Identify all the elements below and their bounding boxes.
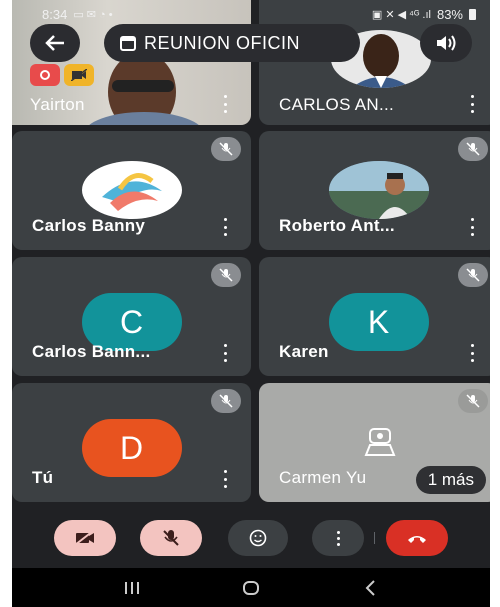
more-participants-label: 1 más bbox=[427, 470, 474, 489]
avatar bbox=[328, 161, 429, 219]
speaker-icon bbox=[437, 35, 456, 51]
mic-off-icon bbox=[458, 137, 488, 161]
participant-tile-carlos-bann[interactable]: C Carlos Bann... bbox=[12, 257, 251, 376]
system-navigation-bar bbox=[12, 568, 490, 607]
more-vert-icon[interactable] bbox=[221, 95, 229, 113]
participant-name: Tú bbox=[32, 468, 54, 487]
participant-name: Karen bbox=[279, 342, 329, 361]
mic-off-icon bbox=[211, 389, 241, 413]
participant-name: CARLOS AN... bbox=[279, 95, 395, 114]
mic-off-icon bbox=[211, 263, 241, 287]
mic-off-icon bbox=[458, 389, 488, 413]
home-button[interactable] bbox=[231, 573, 271, 603]
participant-name: Carlos Bann... bbox=[32, 342, 151, 361]
divider bbox=[374, 532, 375, 544]
more-vert-icon[interactable] bbox=[468, 344, 476, 362]
audio-output-button[interactable] bbox=[420, 24, 472, 62]
avatar-initial: D bbox=[81, 419, 182, 477]
participant-tile-roberto[interactable]: Roberto Ant... bbox=[259, 131, 490, 250]
back-button[interactable] bbox=[30, 24, 80, 62]
battery-icon bbox=[469, 8, 476, 20]
participant-tile-carlos-banny[interactable]: Carlos Banny bbox=[12, 131, 251, 250]
recent-apps-icon bbox=[124, 581, 139, 594]
more-participants-badge[interactable]: 1 más bbox=[415, 466, 486, 494]
participant-name: Carlos Banny bbox=[32, 216, 146, 235]
participant-tile-carmen[interactable]: Carmen Yu 1 más bbox=[259, 383, 490, 502]
more-vert-icon[interactable] bbox=[221, 470, 229, 488]
home-icon bbox=[242, 580, 259, 595]
more-options-button[interactable] bbox=[312, 520, 364, 556]
video-off-icon bbox=[74, 530, 94, 546]
hang-up-icon bbox=[408, 536, 426, 543]
call-controls bbox=[12, 510, 490, 568]
leave-call-button[interactable] bbox=[386, 520, 448, 556]
video-off-icon bbox=[64, 64, 94, 86]
participant-name: Carmen Yu bbox=[279, 468, 367, 487]
participant-tile-karen[interactable]: K Karen bbox=[259, 257, 490, 376]
more-vert-icon bbox=[336, 530, 340, 546]
participant-name: Yairton bbox=[30, 95, 85, 114]
recent-apps-button[interactable] bbox=[112, 573, 152, 603]
avatar-logo bbox=[81, 161, 182, 219]
recording-icon bbox=[30, 64, 60, 86]
webcam-icon bbox=[364, 428, 396, 456]
avatar-initial: K bbox=[328, 293, 429, 351]
phone-screen: 8:34 ▭ ✉ ◔ • ▣ ✕ ◀ ⁴ᴳ .ıl 83% Yairton CA… bbox=[12, 0, 490, 607]
battery-percent: 83% bbox=[436, 6, 463, 22]
system-back-button[interactable] bbox=[350, 573, 390, 603]
more-vert-icon[interactable] bbox=[468, 218, 476, 236]
camera-toggle-button[interactable] bbox=[54, 520, 116, 556]
status-time: 8:34 bbox=[42, 6, 68, 22]
meeting-title-button[interactable]: REUNION OFICIN bbox=[104, 24, 360, 62]
chevron-left-icon bbox=[365, 579, 376, 596]
back-arrow-icon bbox=[45, 35, 64, 51]
notification-icons: ▭ ✉ ◔ • bbox=[73, 8, 113, 21]
mic-off-icon bbox=[211, 137, 241, 161]
emoji-icon bbox=[249, 529, 267, 547]
participant-name: Roberto Ant... bbox=[279, 216, 395, 235]
meeting-title: REUNION OFICIN bbox=[144, 32, 301, 53]
mic-toggle-button[interactable] bbox=[140, 520, 202, 556]
reactions-button[interactable] bbox=[228, 520, 288, 556]
participant-tile-self[interactable]: D Tú bbox=[12, 383, 251, 502]
more-vert-icon[interactable] bbox=[468, 95, 476, 113]
mic-off-icon bbox=[163, 530, 179, 546]
status-icons: ▣ ✕ ◀ ⁴ᴳ .ıl bbox=[371, 8, 431, 21]
calendar-icon bbox=[120, 36, 136, 51]
more-vert-icon[interactable] bbox=[221, 344, 229, 362]
more-vert-icon[interactable] bbox=[221, 218, 229, 236]
mic-off-icon bbox=[458, 263, 488, 287]
